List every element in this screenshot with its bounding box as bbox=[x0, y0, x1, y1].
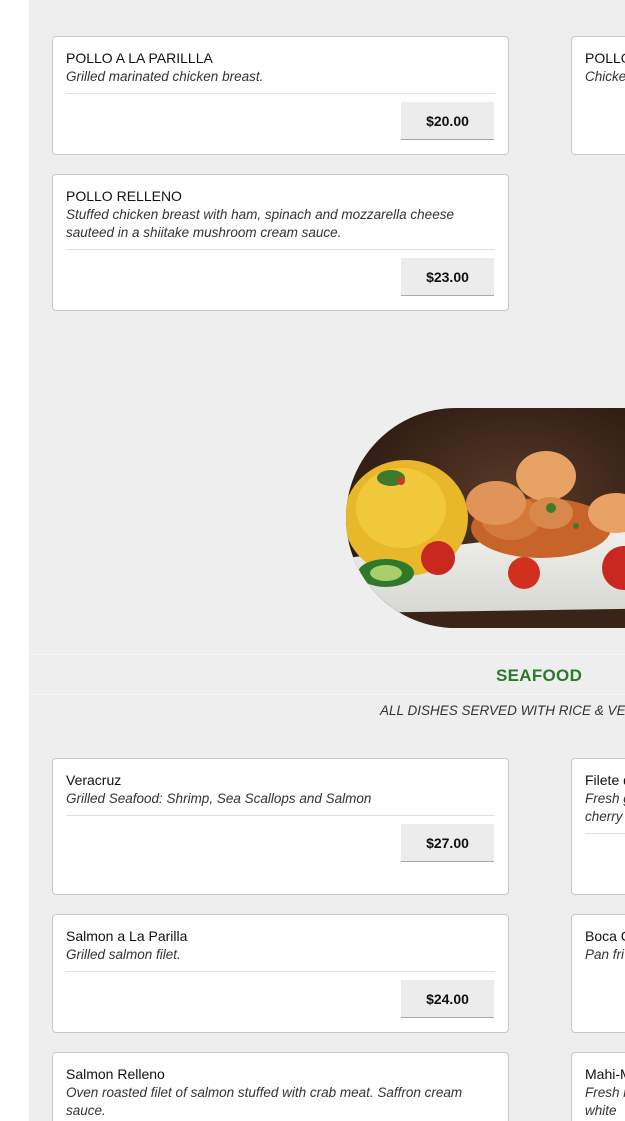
menu-item-name: Mahi-M bbox=[585, 1066, 625, 1082]
section-title: SEAFOOD bbox=[496, 666, 583, 685]
menu-item-description: Pan fri bbox=[585, 947, 625, 962]
menu-item-description: Grilled Seafood: Shrimp, Sea Scallops an… bbox=[66, 791, 372, 806]
divider bbox=[66, 93, 495, 94]
menu-item-card: Mahi-M Fresh m white bbox=[571, 1052, 625, 1121]
menu-item-card: Salmon Relleno Oven roasted filet of sal… bbox=[52, 1052, 509, 1121]
menu-item-description: Fresh g cherry bbox=[585, 791, 625, 824]
price-button[interactable]: $27.00 bbox=[401, 824, 494, 862]
menu-item-description: Fresh m white bbox=[585, 1085, 625, 1118]
dish-photo bbox=[346, 408, 625, 628]
menu-item-description: Grilled marinated chicken breast. bbox=[66, 69, 264, 84]
menu-item-card: POLLO RELLENO Stuffed chicken breast wit… bbox=[52, 174, 509, 311]
menu-item-name: Salmon Relleno bbox=[66, 1066, 165, 1082]
menu-item-name: Filete d bbox=[585, 772, 625, 788]
divider bbox=[585, 833, 625, 834]
section-note: ALL DISHES SERVED WITH RICE & VE bbox=[380, 703, 625, 718]
divider bbox=[66, 815, 495, 816]
menu-item-card: Salmon a La Parilla Grilled salmon filet… bbox=[52, 914, 509, 1033]
menu-item-card: Boca C Pan fri bbox=[571, 914, 625, 1033]
menu-item-name: POLLO RELLENO bbox=[66, 188, 182, 204]
divider bbox=[66, 249, 495, 250]
menu-item-card: Veracruz Grilled Seafood: Shrimp, Sea Sc… bbox=[52, 758, 509, 895]
price-button[interactable]: $24.00 bbox=[401, 980, 494, 1018]
divider bbox=[66, 971, 495, 972]
price-button[interactable]: $23.00 bbox=[401, 258, 494, 296]
price-button[interactable]: $20.00 bbox=[401, 102, 494, 140]
menu-item-card: POLLO Chicke bbox=[571, 36, 625, 155]
menu-content: POLLO A LA PARILLLA Grilled marinated ch… bbox=[29, 0, 625, 1121]
menu-item-description: Chicke bbox=[585, 69, 625, 84]
menu-item-card: POLLO A LA PARILLLA Grilled marinated ch… bbox=[52, 36, 509, 155]
menu-item-name: POLLO A LA PARILLLA bbox=[66, 50, 213, 66]
menu-item-description: Oven roasted filet of salmon stuffed wit… bbox=[66, 1085, 463, 1118]
menu-item-name: Veracruz bbox=[66, 772, 122, 788]
menu-item-card: Filete d Fresh g cherry bbox=[571, 758, 625, 895]
menu-item-name: Salmon a La Parilla bbox=[66, 928, 188, 944]
menu-item-name: Boca C bbox=[585, 928, 625, 944]
menu-item-name: POLLO bbox=[585, 50, 625, 66]
page-left-margin bbox=[0, 0, 29, 1121]
menu-item-description: Stuffed chicken breast with ham, spinach… bbox=[66, 207, 454, 240]
menu-item-description: Grilled salmon filet. bbox=[66, 947, 181, 962]
shrimp-rice-plate-photo-icon bbox=[346, 408, 625, 628]
